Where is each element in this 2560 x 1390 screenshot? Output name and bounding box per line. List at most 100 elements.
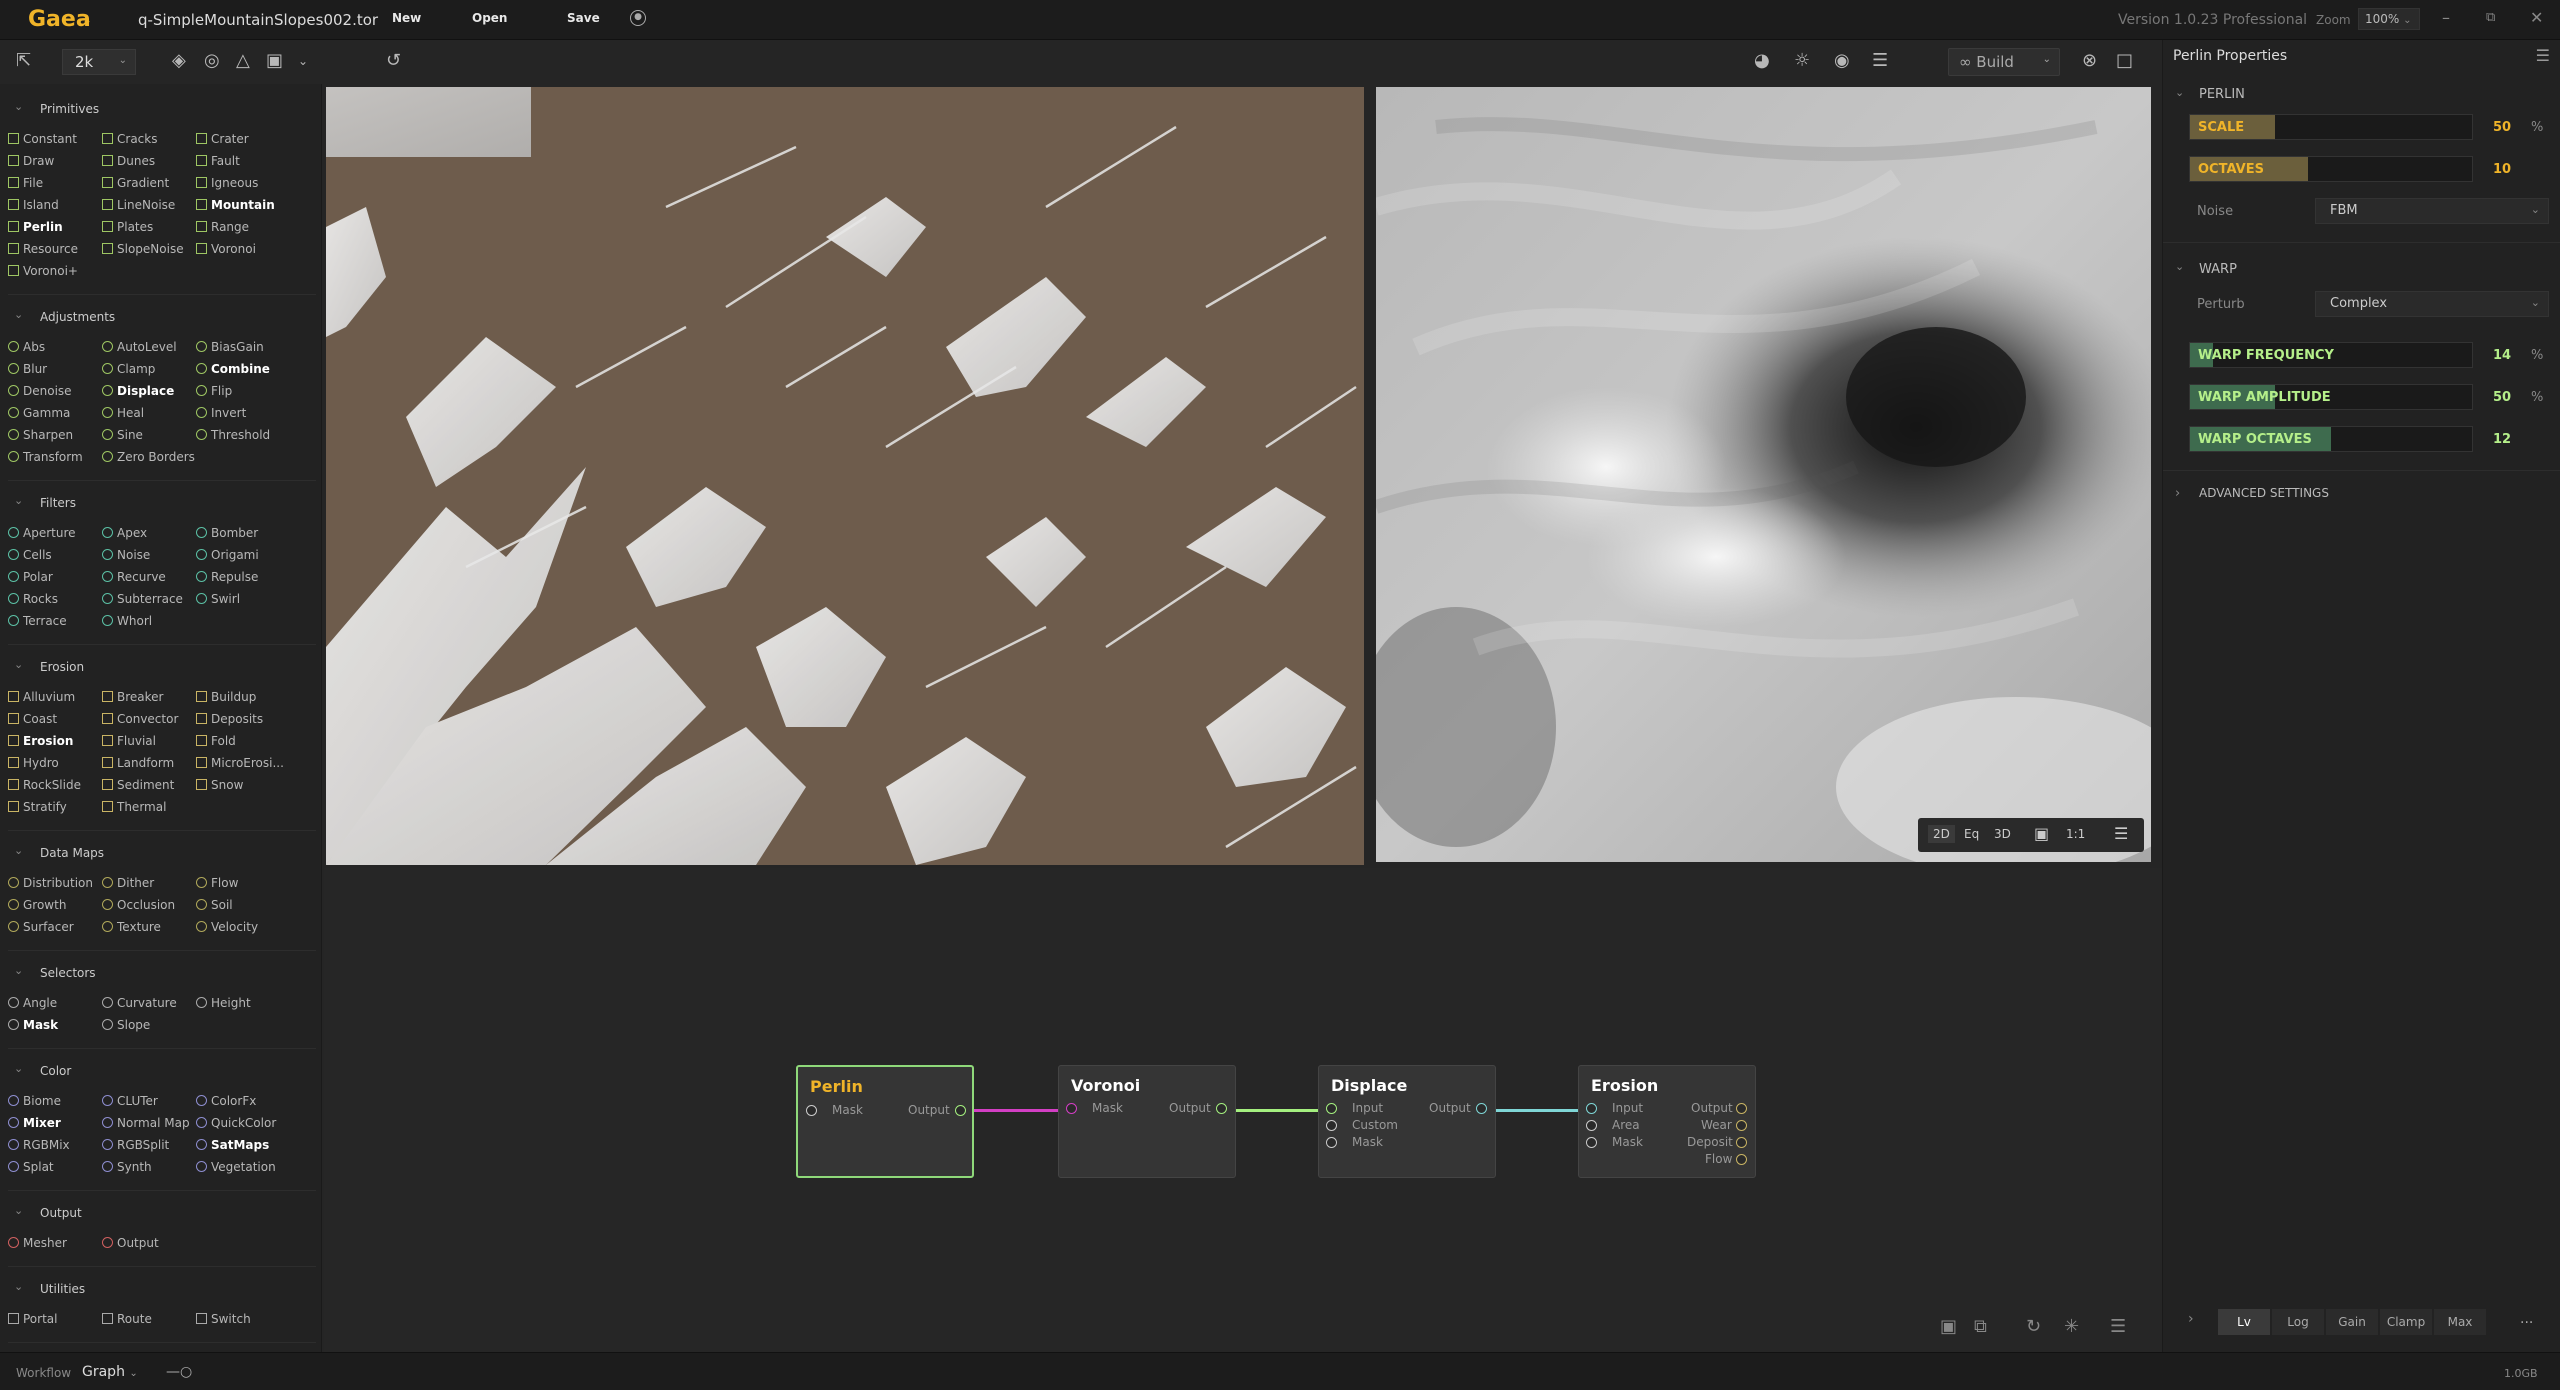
node-item-transform[interactable]: Transform bbox=[8, 450, 83, 464]
node-item-growth[interactable]: Growth bbox=[8, 898, 66, 912]
node-item-biome[interactable]: Biome bbox=[8, 1094, 61, 1108]
node-item-slope[interactable]: Slope bbox=[102, 1018, 150, 1032]
node-item-snow[interactable]: Snow bbox=[196, 778, 243, 792]
node-item-curvature[interactable]: Curvature bbox=[102, 996, 177, 1010]
workflow-select[interactable]: Graph ⌄ bbox=[82, 1364, 138, 1380]
graph-menu-icon[interactable]: ☰ bbox=[2110, 1316, 2126, 1337]
zoom-select[interactable]: 100% ⌄ bbox=[2358, 8, 2420, 30]
chevron-down-icon[interactable]: ⌄ bbox=[14, 658, 23, 671]
node-item-cells[interactable]: Cells bbox=[8, 548, 52, 562]
node-item-breaker[interactable]: Breaker bbox=[102, 690, 163, 704]
close-icon[interactable]: ✕ bbox=[2530, 8, 2543, 27]
cancel-build-icon[interactable]: ⊗ bbox=[2082, 50, 2097, 71]
more-options[interactable]: ... bbox=[2520, 1311, 2533, 1327]
category-color[interactable]: Color bbox=[40, 1064, 71, 1078]
section-warp[interactable]: WARP bbox=[2199, 262, 2237, 277]
node-item-aperture[interactable]: Aperture bbox=[8, 526, 76, 540]
node-item-clamp[interactable]: Clamp bbox=[102, 362, 155, 376]
noise-dropdown[interactable]: FBM ⌄ bbox=[2315, 198, 2549, 224]
port-mask-in[interactable] bbox=[1326, 1137, 1337, 1148]
node-item-synth[interactable]: Synth bbox=[102, 1160, 152, 1174]
warp-frequency-value[interactable]: 14 bbox=[2493, 348, 2511, 363]
chevron-down-icon[interactable]: ⌄ bbox=[14, 1204, 23, 1217]
tab-lv[interactable]: Lv bbox=[2218, 1309, 2270, 1335]
node-item-rockslide[interactable]: RockSlide bbox=[8, 778, 81, 792]
node-item-swirl[interactable]: Swirl bbox=[196, 592, 240, 606]
terrain-icon[interactable]: △ bbox=[236, 50, 250, 71]
chevron-down-icon[interactable]: ⌄ bbox=[14, 964, 23, 977]
mode-eq-button[interactable]: Eq bbox=[1964, 827, 1979, 841]
minimize-icon[interactable]: – bbox=[2442, 8, 2450, 27]
node-item-perlin[interactable]: Perlin bbox=[8, 220, 63, 234]
build-chevron-down-icon[interactable]: ⌄ bbox=[2043, 54, 2051, 65]
node-item-voronoi[interactable]: Voronoi bbox=[196, 242, 256, 256]
category-filters[interactable]: Filters bbox=[40, 496, 76, 510]
node-item-stratify[interactable]: Stratify bbox=[8, 800, 67, 814]
section-perlin[interactable]: PERLIN bbox=[2199, 87, 2245, 102]
node-item-autolevel[interactable]: AutoLevel bbox=[102, 340, 177, 354]
compass-icon[interactable]: ◎ bbox=[204, 50, 220, 71]
tab-gain[interactable]: Gain bbox=[2326, 1309, 2378, 1335]
copy-icon[interactable]: ⧉ bbox=[1974, 1316, 1987, 1337]
node-item-sediment[interactable]: Sediment bbox=[102, 778, 174, 792]
node-item-whorl[interactable]: Whorl bbox=[102, 614, 152, 628]
node-item-plates[interactable]: Plates bbox=[102, 220, 153, 234]
category-adjustments[interactable]: Adjustments bbox=[40, 310, 115, 324]
node-item-colorfx[interactable]: ColorFx bbox=[196, 1094, 256, 1108]
node-item-microerosi-[interactable]: MicroErosi... bbox=[196, 756, 284, 770]
node-item-cluter[interactable]: CLUTer bbox=[102, 1094, 158, 1108]
category-output[interactable]: Output bbox=[40, 1206, 82, 1220]
chevron-down-icon[interactable]: ⌄ bbox=[14, 100, 23, 113]
warp-octaves-value[interactable]: 12 bbox=[2493, 432, 2511, 447]
node-item-rgbsplit[interactable]: RGBSplit bbox=[102, 1138, 169, 1152]
node-item-sine[interactable]: Sine bbox=[102, 428, 143, 442]
port-custom-in[interactable] bbox=[1326, 1120, 1337, 1131]
category-selectors[interactable]: Selectors bbox=[40, 966, 96, 980]
node-item-crater[interactable]: Crater bbox=[196, 132, 249, 146]
chevron-down-icon[interactable]: ⌄ bbox=[14, 1062, 23, 1075]
tidy-icon[interactable]: ✳ bbox=[2064, 1316, 2079, 1337]
mode-3d-button[interactable]: 3D bbox=[1994, 827, 2011, 841]
pin-icon[interactable]: —○ bbox=[166, 1364, 192, 1380]
menu-icon[interactable]: ☰ bbox=[2114, 824, 2128, 843]
panel-menu-icon[interactable]: ☰ bbox=[2536, 46, 2550, 65]
node-item-deposits[interactable]: Deposits bbox=[196, 712, 263, 726]
port-mask-in[interactable] bbox=[1586, 1137, 1597, 1148]
chevron-right-icon[interactable]: › bbox=[2175, 486, 2180, 501]
node-item-rocks[interactable]: Rocks bbox=[8, 592, 58, 606]
node-item-flow[interactable]: Flow bbox=[196, 876, 238, 890]
node-item-abs[interactable]: Abs bbox=[8, 340, 45, 354]
node-item-quickcolor[interactable]: QuickColor bbox=[196, 1116, 276, 1130]
node-item-bomber[interactable]: Bomber bbox=[196, 526, 258, 540]
node-item-range[interactable]: Range bbox=[196, 220, 249, 234]
node-item-island[interactable]: Island bbox=[8, 198, 59, 212]
chevron-down-icon[interactable]: ⌄ bbox=[2175, 260, 2184, 273]
category-utilities[interactable]: Utilities bbox=[40, 1282, 85, 1296]
water-drop-icon[interactable]: ◉ bbox=[1834, 50, 1850, 71]
sun-icon[interactable]: ☼ bbox=[1794, 50, 1810, 71]
mode-2d-button[interactable]: 2D bbox=[1928, 825, 1955, 843]
node-item-normal-map[interactable]: Normal Map bbox=[102, 1116, 190, 1130]
node-item-draw[interactable]: Draw bbox=[8, 154, 54, 168]
node-item-convector[interactable]: Convector bbox=[102, 712, 178, 726]
build-button[interactable]: ∞ Build ⌄ bbox=[1948, 48, 2060, 76]
node-item-invert[interactable]: Invert bbox=[196, 406, 246, 420]
node-item-mixer[interactable]: Mixer bbox=[8, 1116, 61, 1130]
node-item-mesher[interactable]: Mesher bbox=[8, 1236, 67, 1250]
layers-icon[interactable]: ☰ bbox=[1872, 50, 1888, 71]
node-item-displace[interactable]: Displace bbox=[102, 384, 174, 398]
scale-slider[interactable]: SCALE bbox=[2189, 114, 2473, 140]
category-data-maps[interactable]: Data Maps bbox=[40, 846, 104, 860]
node-item-gamma[interactable]: Gamma bbox=[8, 406, 70, 420]
node-item-vegetation[interactable]: Vegetation bbox=[196, 1160, 276, 1174]
node-item-gradient[interactable]: Gradient bbox=[102, 176, 169, 190]
node-item-fault[interactable]: Fault bbox=[196, 154, 240, 168]
node-item-recurve[interactable]: Recurve bbox=[102, 570, 166, 584]
node-item-biasgain[interactable]: BiasGain bbox=[196, 340, 264, 354]
node-item-noise[interactable]: Noise bbox=[102, 548, 150, 562]
node-item-cracks[interactable]: Cracks bbox=[102, 132, 157, 146]
node-item-subterrace[interactable]: Subterrace bbox=[102, 592, 183, 606]
node-item-buildup[interactable]: Buildup bbox=[196, 690, 256, 704]
node-item-dunes[interactable]: Dunes bbox=[102, 154, 155, 168]
port-output[interactable] bbox=[955, 1105, 966, 1116]
